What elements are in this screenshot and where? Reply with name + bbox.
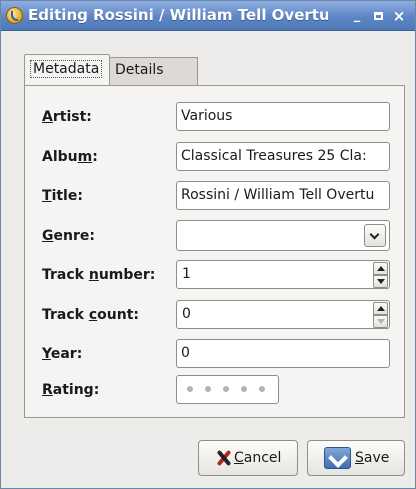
save-button[interactable]: Save <box>307 440 405 476</box>
track-number-decrement[interactable] <box>373 275 388 288</box>
album-label: Album: <box>42 149 98 165</box>
minimize-button[interactable]: _ <box>349 8 365 24</box>
track-count-decrement <box>373 315 388 328</box>
chevron-down-icon <box>369 229 380 240</box>
arrow-up-icon <box>377 306 385 311</box>
arrow-up-icon <box>377 266 385 271</box>
tab-metadata-label: Metadata <box>30 60 103 78</box>
maximize-button[interactable] <box>370 8 386 24</box>
title-field[interactable]: Rossini / William Tell Overtu <box>176 181 390 210</box>
cancel-label: Cancel <box>234 450 282 466</box>
track-count-spinner[interactable]: 0 <box>176 300 390 329</box>
track-count-value: 0 <box>182 306 191 322</box>
rating-star-2[interactable] <box>205 386 211 392</box>
title-bar[interactable]: Editing Rossini / William Tell Overtur _… <box>1 1 415 31</box>
track-count-label: Track count: <box>42 307 140 323</box>
genre-combo[interactable] <box>176 220 390 251</box>
track-number-spinner[interactable]: 1 <box>176 260 390 289</box>
tab-details[interactable]: Details <box>110 57 198 85</box>
rating-label: Rating: <box>42 382 100 398</box>
genre-dropdown-button[interactable] <box>364 224 386 247</box>
dialog-window: Editing Rossini / William Tell Overtur _… <box>0 0 416 489</box>
album-field[interactable]: Classical Treasures 25 Cla: <box>176 142 390 171</box>
genre-label: Genre: <box>42 228 95 244</box>
close-button[interactable]: × <box>391 8 407 24</box>
window-title: Editing Rossini / William Tell Overtur <box>28 6 328 24</box>
track-number-increment[interactable] <box>373 262 388 275</box>
metadata-panel: Artist: Various Album: Classical Treasur… <box>24 85 405 418</box>
track-number-label: Track number: <box>42 267 156 283</box>
tab-metadata[interactable]: Metadata <box>24 54 110 85</box>
track-count-increment[interactable] <box>373 302 388 315</box>
save-arrow-icon <box>324 447 351 469</box>
arrow-down-icon <box>377 279 385 284</box>
rating-star-1[interactable] <box>187 386 193 392</box>
title-label: Title: <box>42 188 83 204</box>
save-label: Save <box>355 450 390 466</box>
rating-widget[interactable] <box>176 375 279 404</box>
rating-star-3[interactable] <box>223 386 229 392</box>
year-label: Year: <box>42 346 83 362</box>
track-number-value: 1 <box>182 266 191 282</box>
app-icon <box>6 7 23 24</box>
cancel-button[interactable]: Cancel <box>198 440 298 476</box>
year-field[interactable]: 0 <box>176 339 390 368</box>
cancel-x-icon <box>215 449 233 467</box>
maximize-icon <box>373 11 383 20</box>
artist-label: Artist: <box>42 109 92 125</box>
rating-star-5[interactable] <box>259 386 265 392</box>
rating-star-4[interactable] <box>241 386 247 392</box>
arrow-down-icon <box>377 319 385 324</box>
tab-details-label: Details <box>115 62 164 78</box>
artist-field[interactable]: Various <box>176 102 390 131</box>
